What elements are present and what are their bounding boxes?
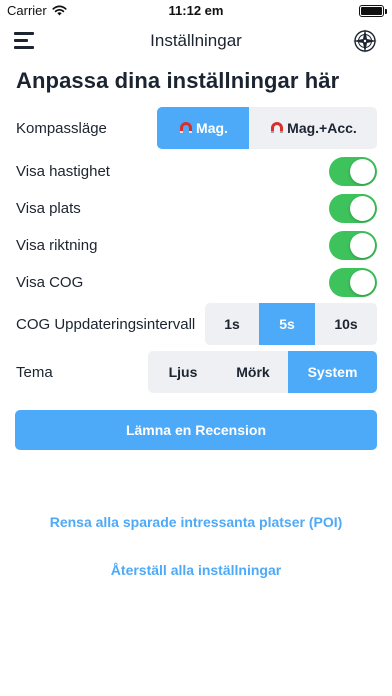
magnet-icon	[180, 122, 193, 133]
cog-interval-5s-option[interactable]: 5s	[259, 303, 315, 345]
reset-settings-link[interactable]: Återställ alla inställningar	[0, 562, 392, 578]
theme-segmented: Ljus Mörk System	[148, 351, 377, 393]
theme-row: Tema Ljus Mörk System	[16, 351, 377, 393]
show-direction-toggle[interactable]	[329, 230, 377, 260]
toggle-label: Visa plats	[16, 199, 81, 217]
theme-system-option[interactable]: System	[288, 351, 377, 393]
compass-logo-icon[interactable]	[352, 28, 378, 54]
compass-mode-label: Kompassläge	[16, 119, 107, 137]
leave-review-button[interactable]: Lämna en Recension	[15, 410, 377, 450]
show-speed-toggle[interactable]	[329, 156, 377, 186]
clear-poi-link[interactable]: Rensa alla sparade intressanta platser (…	[0, 514, 392, 530]
cog-interval-segmented: 1s 5s 10s	[205, 303, 377, 345]
theme-label: Tema	[16, 363, 53, 381]
toggle-label: Visa riktning	[16, 236, 98, 254]
magnet-icon	[271, 122, 284, 133]
page-title: Inställningar	[150, 31, 242, 50]
cog-interval-row: COG Uppdateringsintervall 1s 5s 10s	[16, 303, 377, 345]
toggle-row-direction: Visa riktning	[16, 225, 377, 265]
toggle-row-cog: Visa COG	[16, 262, 377, 302]
battery-icon	[359, 5, 387, 17]
toggle-row-location: Visa plats	[16, 188, 377, 228]
compass-mode-mag-option[interactable]: Mag.	[157, 107, 249, 149]
status-time: 11:12 em	[168, 3, 224, 18]
settings-heading: Anpassa dina inställningar här	[16, 68, 340, 93]
show-location-toggle[interactable]	[329, 193, 377, 223]
theme-light-option[interactable]: Ljus	[148, 351, 218, 393]
compass-mode-mag-label: Mag.	[196, 120, 228, 136]
compass-mode-segmented: Mag. Mag.+Acc.	[157, 107, 377, 149]
cog-interval-1s-option[interactable]: 1s	[205, 303, 259, 345]
toggle-label: Visa hastighet	[16, 162, 110, 180]
toggle-row-speed: Visa hastighet	[16, 151, 377, 191]
compass-mode-mag-acc-option[interactable]: Mag.+Acc.	[249, 107, 377, 149]
theme-dark-option[interactable]: Mörk	[218, 351, 288, 393]
cog-interval-10s-option[interactable]: 10s	[315, 303, 377, 345]
nav-bar: Inställningar	[0, 22, 392, 62]
toggle-label: Visa COG	[16, 273, 84, 291]
compass-mode-row: Kompassläge Mag. Mag.+Acc.	[16, 107, 377, 149]
status-bar: Carrier 11:12 em	[0, 0, 392, 22]
compass-mode-mag-acc-label: Mag.+Acc.	[287, 120, 357, 136]
show-cog-toggle[interactable]	[329, 267, 377, 297]
cog-interval-label: COG Uppdateringsintervall	[16, 315, 196, 333]
